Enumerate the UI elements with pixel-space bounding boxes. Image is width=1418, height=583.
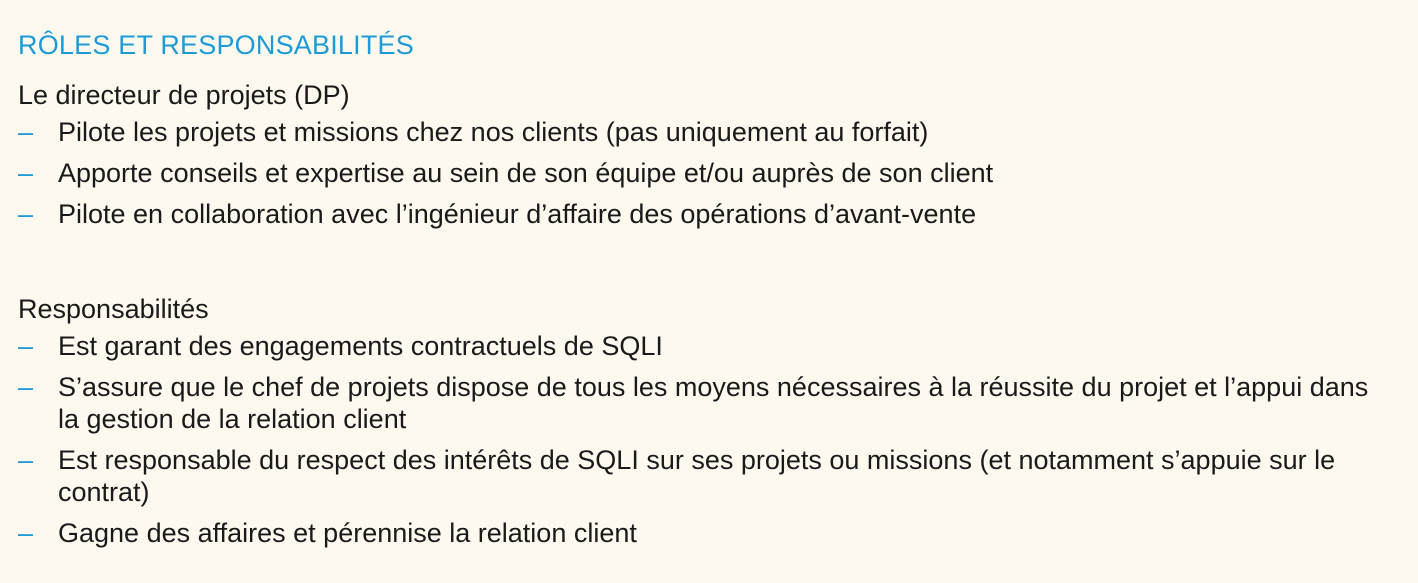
dash-bullet-icon: –	[18, 158, 34, 188]
responsibilities-section: Responsabilités – Est garant des engageme…	[18, 292, 1398, 549]
responsibilities-list: – Est garant des engagements contractuels…	[18, 330, 1398, 549]
list-item-text: Apporte conseils et expertise au sein de…	[58, 158, 994, 188]
list-item-text: Pilote en collaboration avec l’ingénieur…	[58, 199, 977, 229]
list-item-text: S’assure que le chef de projets dispose …	[58, 372, 1369, 434]
dash-bullet-icon: –	[18, 199, 34, 229]
list-item: – Est garant des engagements contractuels…	[18, 330, 1378, 362]
list-item-text: Pilote les projets et missions chez nos …	[58, 117, 929, 147]
list-item-text: Est garant des engagements contractuels …	[58, 331, 663, 361]
document-page: RÔLES ET RESPONSABILITÉS Le directeur de…	[18, 26, 1398, 558]
dash-bullet-icon: –	[18, 117, 34, 147]
list-item-text: Gagne des affaires et pérennise la relat…	[58, 518, 637, 548]
list-item: – S’assure que le chef de projets dispose…	[18, 371, 1378, 435]
list-item: – Gagne des affaires et pérennise la rela…	[18, 517, 1378, 549]
list-item: – Pilote en collaboration avec l’ingénieu…	[18, 198, 1378, 230]
dash-bullet-icon: –	[18, 518, 34, 548]
responsibilities-heading: Responsabilités	[18, 294, 209, 324]
dash-bullet-icon: –	[18, 372, 34, 402]
list-item: – Est responsable du respect des intérêts…	[18, 444, 1378, 508]
roles-section: Le directeur de projets (DP) – Pilote les…	[18, 78, 1398, 230]
dash-bullet-icon: –	[18, 331, 34, 361]
list-item: – Apporte conseils et expertise au sein d…	[18, 157, 1378, 189]
roles-list: – Pilote les projets et missions chez nos…	[18, 116, 1398, 230]
list-item: – Pilote les projets et missions chez nos…	[18, 116, 1378, 148]
dash-bullet-icon: –	[18, 445, 34, 475]
list-item-text: Est responsable du respect des intérêts …	[58, 445, 1336, 507]
page-title: RÔLES ET RESPONSABILITÉS	[18, 30, 414, 60]
roles-heading: Le directeur de projets (DP)	[18, 80, 350, 110]
